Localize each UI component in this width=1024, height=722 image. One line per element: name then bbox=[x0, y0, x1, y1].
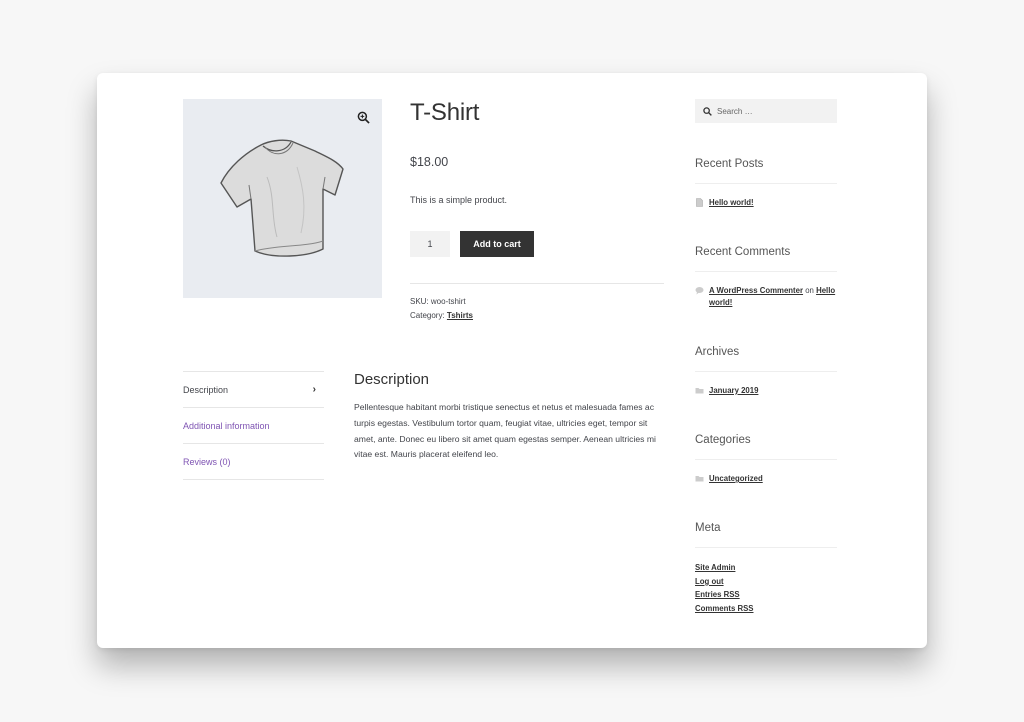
widget-recent-posts: Recent Posts Hello world! bbox=[695, 158, 837, 209]
comment-author-link[interactable]: A WordPress Commenter bbox=[709, 286, 803, 295]
search-input[interactable] bbox=[717, 106, 827, 116]
widget-categories: Categories Uncategorized bbox=[695, 434, 837, 485]
meta-list: Site Admin Log out Entries RSS Comments … bbox=[695, 561, 837, 616]
category-line: Category: Tshirts bbox=[410, 309, 473, 323]
divider bbox=[695, 271, 837, 272]
list-item: A WordPress Commenter on Hello world! bbox=[695, 285, 837, 308]
product-summary: T-Shirt $18.00 This is a simple product.… bbox=[410, 99, 664, 320]
product-meta: SKU: woo-tshirt Category: Tshirts bbox=[410, 295, 473, 322]
comment-on-text: on bbox=[805, 286, 814, 295]
widget-title: Archives bbox=[695, 346, 740, 358]
divider bbox=[410, 283, 664, 284]
tab-label: Additional information bbox=[183, 420, 270, 431]
list-item: January 2019 bbox=[695, 385, 837, 397]
divider bbox=[695, 371, 837, 372]
tab-additional-information[interactable]: Additional information bbox=[183, 407, 324, 443]
divider bbox=[695, 459, 837, 460]
meta-link-entries-rss[interactable]: Entries RSS bbox=[695, 588, 837, 602]
description-panel: Description Pellentesque habitant morbi … bbox=[354, 371, 669, 463]
divider bbox=[695, 183, 837, 184]
meta-link-log-out[interactable]: Log out bbox=[695, 575, 837, 589]
product-image[interactable] bbox=[183, 99, 382, 298]
tab-label: Reviews (0) bbox=[183, 456, 231, 467]
quantity-input[interactable] bbox=[410, 231, 450, 257]
post-link[interactable]: Hello world! bbox=[709, 197, 754, 209]
short-description: This is a simple product. bbox=[410, 195, 508, 205]
sku-line: SKU: woo-tshirt bbox=[410, 295, 473, 309]
widget-title: Meta bbox=[695, 522, 721, 534]
product-title: T-Shirt bbox=[410, 99, 480, 126]
folder-icon bbox=[695, 476, 704, 482]
list-item: Uncategorized bbox=[695, 473, 837, 485]
comment-icon bbox=[695, 287, 704, 295]
folder-icon bbox=[695, 388, 704, 394]
category-label: Category: bbox=[410, 310, 445, 320]
description-heading: Description bbox=[354, 371, 430, 388]
divider bbox=[695, 547, 837, 548]
widget-meta: Meta Site Admin Log out Entries RSS Comm… bbox=[695, 522, 837, 616]
archive-link[interactable]: January 2019 bbox=[709, 385, 758, 397]
tab-label: Description bbox=[183, 384, 229, 395]
product-price: $18.00 bbox=[410, 155, 449, 169]
widget-title: Recent Comments bbox=[695, 246, 791, 258]
sku-label: SKU: bbox=[410, 297, 429, 306]
description-text: Pellentesque habitant morbi tristique se… bbox=[354, 402, 656, 460]
widget-title: Categories bbox=[695, 434, 751, 446]
document-icon bbox=[696, 198, 703, 207]
sku-value: woo-tshirt bbox=[430, 297, 466, 306]
widget-archives: Archives January 2019 bbox=[695, 346, 837, 397]
meta-link-comments-rss[interactable]: Comments RSS bbox=[695, 602, 837, 616]
list-item: Hello world! bbox=[695, 197, 837, 209]
chevron-right-icon: › bbox=[312, 384, 316, 395]
tshirt-illustration bbox=[220, 139, 344, 257]
tab-reviews[interactable]: Reviews (0) bbox=[183, 443, 324, 480]
category-link[interactable]: Tshirts bbox=[447, 311, 473, 320]
widget-title: Recent Posts bbox=[695, 158, 764, 170]
meta-link-site-admin[interactable]: Site Admin bbox=[695, 561, 837, 575]
browser-window: T-Shirt $18.00 This is a simple product.… bbox=[97, 73, 927, 648]
zoom-icon[interactable] bbox=[357, 111, 370, 124]
add-to-cart-button[interactable]: Add to cart bbox=[460, 231, 534, 257]
category-link[interactable]: Uncategorized bbox=[709, 473, 763, 485]
search-box[interactable] bbox=[695, 99, 837, 123]
search-icon bbox=[703, 106, 712, 116]
product-tabs: Description › Additional information Rev… bbox=[183, 371, 324, 480]
widget-recent-comments: Recent Comments A WordPress Commenter on… bbox=[695, 246, 837, 308]
tab-description[interactable]: Description › bbox=[183, 371, 324, 407]
